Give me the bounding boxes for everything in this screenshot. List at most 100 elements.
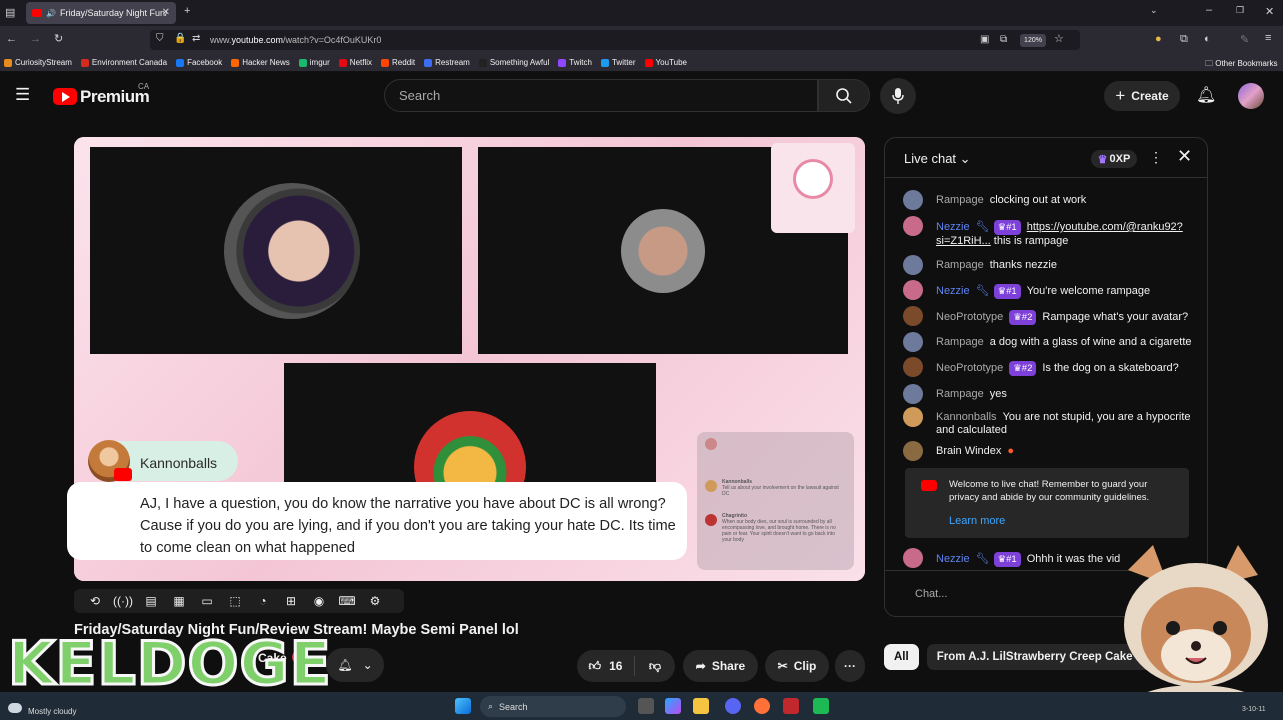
bookmark-item[interactable]: Twitter [600, 58, 636, 67]
forward-icon[interactable]: → [30, 33, 41, 45]
notification-settings-button[interactable]: 🔔︎ ⌄ [326, 648, 384, 682]
app-icon-2[interactable] [813, 698, 829, 714]
chat-avatar[interactable] [903, 357, 923, 377]
watch-later-icon[interactable]: ▤ [140, 592, 162, 610]
search-input[interactable]: Search [384, 79, 818, 112]
settings-gear-icon[interactable]: ⚙ [364, 592, 386, 610]
speaker-icon[interactable]: 🔊 [46, 9, 56, 18]
miniplayer-icon[interactable]: ▭ [196, 592, 218, 610]
chat-input[interactable]: Chat... [903, 581, 1113, 607]
chat-avatar[interactable] [903, 306, 923, 326]
new-tab-icon[interactable]: + [184, 5, 190, 17]
keyboard-icon[interactable]: ⌨ [336, 592, 358, 610]
chat-avatar[interactable] [903, 255, 923, 275]
lock-icon[interactable]: 🔒 [174, 33, 186, 44]
like-button[interactable]: 👍︎ 16 [577, 656, 635, 676]
chat-author[interactable]: Nezzie [936, 285, 970, 297]
chat-avatar[interactable] [903, 548, 923, 568]
loop-icon[interactable]: ⟲ [84, 592, 106, 610]
menu-icon[interactable]: ≡ [1265, 32, 1271, 44]
bookmark-item[interactable]: YouTube [644, 58, 687, 67]
minimize-icon[interactable]: – [1206, 4, 1212, 16]
bookmark-item[interactable]: CuriosityStream [4, 58, 72, 67]
chat-mode-dropdown[interactable]: Live chat ⌄ [904, 151, 971, 167]
search-button[interactable] [818, 79, 870, 112]
bookmark-item[interactable]: Facebook [176, 58, 222, 67]
chat-author[interactable]: Rampage [936, 259, 984, 271]
close-tab-icon[interactable]: ✕ [162, 7, 170, 18]
chat-author[interactable]: NeoPrototype [936, 362, 1003, 374]
voice-search-button[interactable] [880, 78, 916, 114]
file-explorer-icon[interactable] [693, 698, 709, 714]
chat-author[interactable]: NeoPrototype [936, 311, 1003, 323]
bookmark-item[interactable]: Restream [424, 58, 470, 67]
chat-author[interactable]: Nezzie [936, 553, 970, 565]
create-button[interactable]: + Create [1104, 81, 1180, 111]
film-icon[interactable]: ▦ [168, 592, 190, 610]
taskbar-search[interactable]: ⌕ Search [480, 696, 626, 717]
maximize-icon[interactable]: ❐ [1236, 5, 1244, 16]
bookmark-item[interactable]: Twitch [558, 58, 592, 67]
audio-icon[interactable]: ((·)) [112, 592, 134, 610]
permissions-icon[interactable]: ⇄ [192, 33, 200, 44]
chat-avatar[interactable] [903, 407, 923, 427]
discord-icon[interactable] [725, 698, 741, 714]
dislike-button[interactable]: 👎︎ [635, 659, 675, 674]
taskbar-date[interactable]: 3-10-11 [1242, 706, 1266, 713]
chat-author[interactable]: Kannonballs [936, 411, 997, 423]
xp-badge[interactable]: ♛ 0XP [1091, 150, 1137, 168]
bookmark-item[interactable]: Hacker News [231, 58, 290, 67]
account-avatar[interactable] [1238, 83, 1264, 109]
weather-text[interactable]: Mostly cloudy [28, 707, 76, 716]
bookmark-item[interactable]: Netflix [338, 58, 372, 67]
windows-start-icon[interactable] [455, 698, 471, 714]
copilot-icon[interactable] [665, 698, 681, 714]
firefox-icon[interactable] [754, 698, 770, 714]
app-icon[interactable] [783, 698, 799, 714]
close-chat-icon[interactable]: ✕ [1177, 146, 1192, 167]
sync-icon[interactable]: ◐ [1204, 33, 1211, 45]
chat-author[interactable]: Rampage [936, 388, 984, 400]
share-button[interactable]: ➦ Share [683, 650, 758, 682]
camera-icon[interactable]: ◉ [308, 592, 330, 610]
other-bookmarks[interactable]: 🗀 Other Bookmarks [1205, 58, 1277, 72]
tab-list-icon[interactable]: ▤ [5, 6, 15, 19]
reload-icon[interactable]: ↻ [54, 32, 63, 45]
close-window-icon[interactable]: ✕ [1265, 5, 1274, 18]
hamburger-menu-icon[interactable]: ☰ [15, 85, 30, 105]
bookmark-item[interactable]: imgur [298, 58, 330, 67]
chat-avatar[interactable] [903, 280, 923, 300]
bookmark-item[interactable]: Something Awful [478, 58, 549, 67]
add-icon[interactable]: ⊞ [280, 592, 302, 610]
back-icon[interactable]: ← [6, 33, 17, 45]
chat-author[interactable]: Brain Windex [936, 445, 1001, 457]
browser-tab[interactable]: 🔊 Friday/Saturday Night Fun/ ✕ [26, 2, 176, 24]
chevron-down-icon[interactable]: ⌄ [1150, 5, 1158, 16]
shield-icon[interactable]: ⛉ [156, 33, 164, 44]
bookmark-item[interactable]: Reddit [381, 58, 415, 67]
more-actions-button[interactable]: ··· [835, 650, 865, 682]
screenshot-icon[interactable]: ⧉ [1000, 34, 1007, 45]
chip-all[interactable]: All [884, 644, 919, 670]
chat-avatar[interactable] [903, 384, 923, 404]
more-vertical-icon[interactable]: ⋮ [1149, 149, 1163, 166]
youtube-logo-icon[interactable] [53, 88, 77, 105]
extension-icon[interactable]: ● [1155, 33, 1162, 45]
theater-icon[interactable]: ⬚ [224, 592, 246, 610]
learn-more-link[interactable]: Learn more [949, 515, 1005, 527]
clip-button[interactable]: ✂ Clip [765, 650, 829, 682]
extensions-icon[interactable]: ⧉ [1180, 33, 1188, 46]
bookmark-item[interactable]: Environment Canada [80, 58, 167, 67]
task-view-icon[interactable] [638, 698, 654, 714]
chat-avatar[interactable] [903, 441, 923, 461]
pen-icon[interactable]: ✎ [1240, 33, 1249, 46]
chat-avatar[interactable] [903, 332, 923, 352]
address-bar[interactable]: ⛉ 🔒 ⇄ www. youtube.com/watch?v=Oc4fOuKUKr… [150, 30, 1080, 50]
chat-avatar[interactable] [903, 216, 923, 236]
chat-author[interactable]: Nezzie [936, 221, 970, 233]
reader-mode-icon[interactable]: ▣ [980, 34, 989, 45]
zoom-level[interactable]: 120% [1020, 34, 1046, 47]
chat-author[interactable]: Rampage [936, 336, 984, 348]
chat-author[interactable]: Rampage [936, 194, 984, 206]
bookmark-star-icon[interactable]: ☆ [1054, 32, 1064, 45]
